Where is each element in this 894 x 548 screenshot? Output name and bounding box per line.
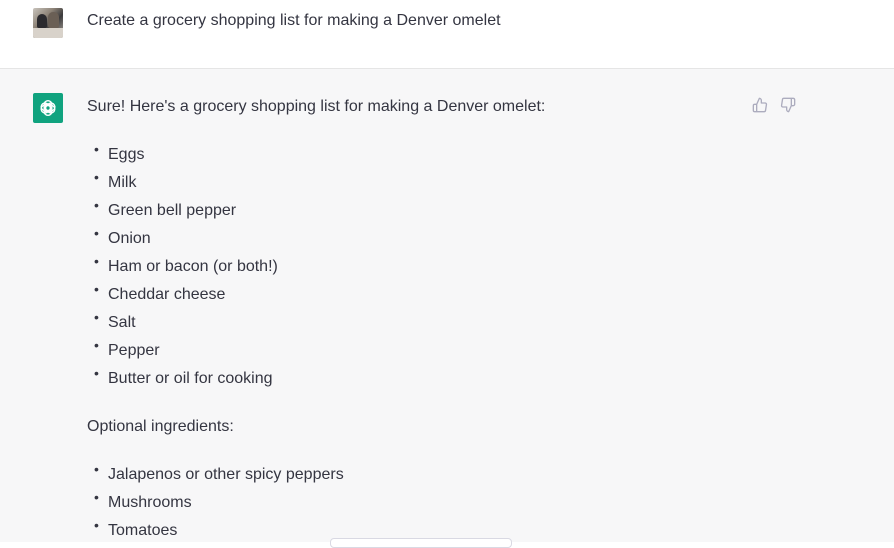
bullet-icon: • (94, 253, 99, 269)
thumbs-down-button[interactable] (779, 96, 797, 114)
list-item: • Green bell pepper (87, 197, 278, 225)
optional-list: • Jalapenos or other spicy peppers • Mushr… (87, 461, 344, 545)
bullet-icon: • (94, 225, 99, 241)
optional-heading: Optional ingredients: (87, 418, 234, 435)
bullet-icon: • (94, 365, 99, 381)
user-avatar (33, 8, 63, 38)
list-item: • Salt (87, 309, 278, 337)
list-item: • Mushrooms (87, 489, 344, 517)
bullet-icon: • (94, 141, 99, 157)
user-message-row: Create a grocery shopping list for makin… (0, 0, 894, 69)
assistant-message-row: Sure! Here's a grocery shopping list for… (0, 69, 894, 542)
bullet-icon: • (94, 197, 99, 213)
list-item: • Ham or bacon (or both!) (87, 253, 278, 281)
list-item: • Butter or oil for cooking (87, 365, 278, 393)
bullet-icon: • (94, 461, 99, 477)
list-item: • Jalapenos or other spicy peppers (87, 461, 344, 489)
bullet-icon: • (94, 489, 99, 505)
list-item: • Tomatoes (87, 517, 344, 545)
bullet-icon: • (94, 337, 99, 353)
list-item: • Milk (87, 169, 278, 197)
list-item: • Onion (87, 225, 278, 253)
thumbs-down-icon (780, 97, 796, 113)
list-item: • Cheddar cheese (87, 281, 278, 309)
regenerate-button-edge[interactable] (330, 538, 512, 548)
grocery-list: • Eggs • Milk • Green bell pepper • Onion • H… (87, 141, 278, 393)
thumbs-up-button[interactable] (751, 96, 769, 114)
bullet-icon: • (94, 169, 99, 185)
list-item: • Pepper (87, 337, 278, 365)
openai-logo-icon (33, 93, 63, 123)
thumbs-up-icon (752, 97, 768, 113)
assistant-intro-text: Sure! Here's a grocery shopping list for… (87, 98, 546, 115)
list-item: • Eggs (87, 141, 278, 169)
bullet-icon: • (94, 309, 99, 325)
bullet-icon: • (94, 517, 99, 533)
bullet-icon: • (94, 281, 99, 297)
user-message-text: Create a grocery shopping list for makin… (87, 12, 501, 29)
